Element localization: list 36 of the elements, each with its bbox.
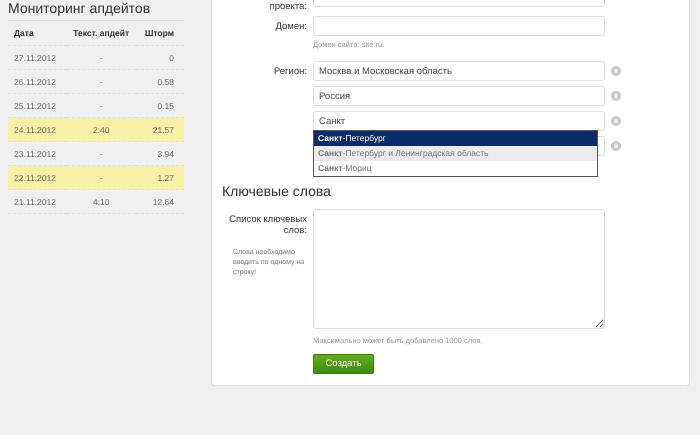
table-cell: 2:40 <box>66 118 136 142</box>
table-cell: - <box>66 166 136 190</box>
field-label: проекта: <box>270 1 307 12</box>
field-label: Домен: <box>275 21 307 32</box>
suggestion-item[interactable]: Санкт-Петербург <box>314 131 597 146</box>
column-header: Текст. апдейт <box>66 21 136 46</box>
input-field[interactable]: Санкт <box>313 111 605 131</box>
table-cell: 0.58 <box>136 70 184 94</box>
column-header: Дата <box>8 21 67 46</box>
table-cell: - <box>66 70 136 94</box>
table-cell: 12.64 <box>136 190 184 214</box>
table-cell: 26.11.2012 <box>8 70 67 94</box>
sidebar-title: Мониторинг апдейтов <box>8 0 184 21</box>
clear-icon[interactable] <box>611 91 621 101</box>
section-heading: Ключевые слова <box>222 183 332 199</box>
table-cell: - <box>66 46 136 70</box>
table-cell: 0 <box>136 46 184 70</box>
input-field[interactable]: Москва и Московская область <box>313 61 605 81</box>
suggestion-item[interactable]: Санкт-Мориц <box>314 161 597 176</box>
clear-icon[interactable] <box>611 141 621 151</box>
keywords-textarea[interactable] <box>313 209 605 329</box>
input-field[interactable]: Россия <box>313 86 605 106</box>
table-cell: 4:10 <box>66 190 136 214</box>
field-label: Регион: <box>274 66 307 77</box>
table-cell: 1.27 <box>136 166 184 190</box>
clear-icon[interactable] <box>611 116 621 126</box>
input-field[interactable] <box>313 16 605 36</box>
table-cell: 21.11.2012 <box>8 190 67 214</box>
clear-icon[interactable] <box>611 66 621 76</box>
table-cell: 21.57 <box>136 118 184 142</box>
field-label: Список ключевых слов: <box>228 214 307 236</box>
table-cell: 27.11.2012 <box>8 46 67 70</box>
column-header: Шторм <box>136 21 184 46</box>
table-cell: 24.11.2012 <box>8 118 67 142</box>
table-cell: 22.11.2012 <box>8 166 67 190</box>
suggestion-item[interactable]: Санкт-Петербург и Ленинградская область <box>314 146 597 161</box>
